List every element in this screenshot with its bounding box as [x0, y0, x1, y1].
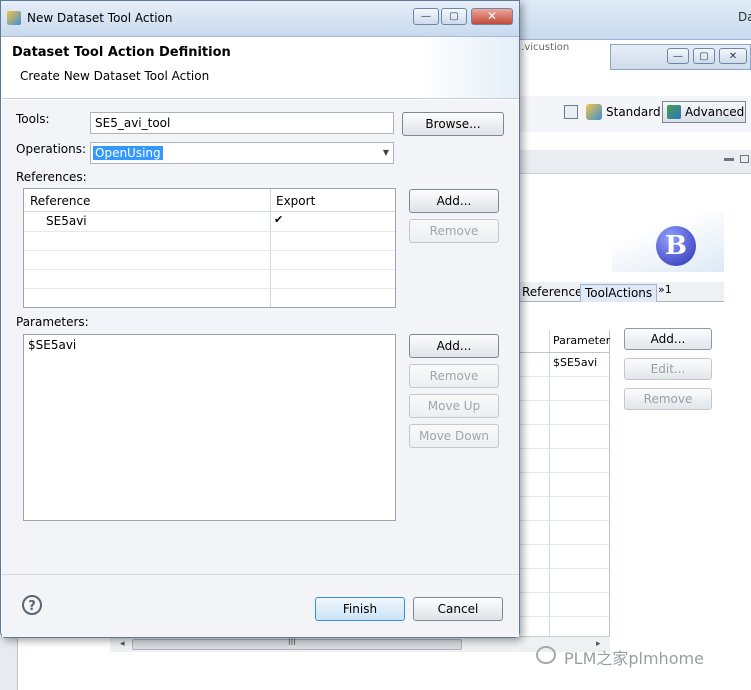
header-subtitle: Create New Dataset Tool Action [20, 69, 210, 83]
dialog-footer: ? Finish Cancel [2, 574, 519, 637]
background-parameter-grid: Parameter $SE5avi [518, 330, 610, 640]
app-icon [7, 11, 21, 25]
close-icon[interactable]: ✕ [471, 8, 513, 25]
dialog-header: Dataset Tool Action Definition Create Ne… [2, 37, 519, 99]
bg-maximize-icon[interactable]: ▢ [693, 48, 715, 64]
watermark: PLM之家plmhome [536, 644, 751, 670]
view-minimize-icon[interactable] [724, 158, 734, 161]
tools-label: Tools: [16, 112, 50, 126]
header-title: Dataset Tool Action Definition [12, 45, 231, 60]
background-horizontal-scrollbar[interactable]: ◂ III ▸ [110, 636, 610, 652]
parameters-label: Parameters: [16, 315, 89, 329]
references-remove-button[interactable]: Remove [409, 219, 499, 243]
dialog-body: Tools: SE5_avi_tool Browse... Operations… [2, 100, 519, 574]
header-decoration [419, 37, 519, 98]
parameters-add-button[interactable]: Add... [409, 334, 499, 358]
operations-select[interactable]: OpenUsing ▼ [90, 142, 394, 164]
standard-perspective-label[interactable]: Standard [606, 105, 661, 119]
parameters-remove-button[interactable]: Remove [409, 364, 499, 388]
finish-button[interactable]: Finish [315, 597, 405, 621]
help-glyph: ? [28, 599, 36, 614]
column-reference[interactable]: Reference [30, 194, 90, 208]
grid-cell-parameter: $SE5avi [553, 356, 598, 369]
references-table: Reference Export SE5avi ✔ [23, 188, 396, 308]
maximize-icon[interactable]: ▢ [441, 8, 467, 25]
bg-add-button[interactable]: Add... [624, 328, 712, 350]
reference-cell: SE5avi [46, 214, 87, 228]
scroll-grip: III [288, 638, 296, 648]
operations-label: Operations: [16, 142, 87, 156]
advanced-perspective-button[interactable]: Advanced [662, 101, 746, 123]
move-up-button[interactable]: Move Up [409, 394, 499, 418]
standard-perspective-icon [586, 104, 602, 120]
dialog-titlebar[interactable]: New Dataset Tool Action — ▢ ✕ [1, 1, 519, 37]
advanced-perspective-label: Advanced [685, 105, 745, 119]
minimize-icon[interactable]: — [413, 8, 439, 25]
bg-close-icon[interactable]: ✕ [719, 48, 747, 64]
grid-header-parameter: Parameter [553, 334, 611, 347]
watermark-text: PLM之家plmhome [564, 649, 704, 668]
b-logo-icon: B [656, 226, 696, 266]
background-titlebar: Da [518, 0, 751, 40]
table-row[interactable]: SE5avi ✔ [24, 212, 395, 231]
parameters-list[interactable]: $SE5avi [23, 334, 396, 521]
operations-selected-value: OpenUsing [93, 146, 163, 160]
tab-toolactions[interactable]: ToolActions [580, 284, 658, 302]
background-toolbar: Standard Advanced [518, 96, 751, 132]
background-title-fragment: Da [738, 10, 751, 24]
references-header-row: Reference Export [24, 189, 395, 212]
references-add-button[interactable]: Add... [409, 189, 499, 213]
bg-edit-button[interactable]: Edit... [624, 358, 712, 380]
move-down-button[interactable]: Move Down [409, 424, 499, 448]
scroll-left-arrow-icon[interactable]: ◂ [120, 639, 125, 649]
dialog-title: New Dataset Tool Action [27, 11, 173, 25]
logo-letter: B [665, 231, 687, 261]
advanced-perspective-icon [667, 105, 681, 119]
background-view-bar [518, 150, 751, 174]
bg-remove-button[interactable]: Remove [624, 388, 712, 410]
new-dataset-tool-action-dialog: New Dataset Tool Action — ▢ ✕ Dataset To… [0, 0, 520, 638]
tools-input[interactable]: SE5_avi_tool [90, 112, 394, 134]
open-perspective-icon[interactable] [564, 105, 578, 119]
wechat-icon [536, 646, 556, 664]
background-left-strip [0, 636, 18, 690]
bg-minimize-icon[interactable]: — [667, 48, 689, 64]
background-sub-fragment: ..vicustion [518, 42, 570, 53]
column-export[interactable]: Export [276, 194, 315, 208]
cancel-button[interactable]: Cancel [413, 597, 503, 621]
list-item[interactable]: $SE5avi [28, 338, 76, 352]
chevron-down-icon[interactable]: ▼ [383, 143, 389, 163]
browse-button[interactable]: Browse... [402, 112, 504, 136]
background-tab-bar: References ToolActions »1 [518, 282, 724, 302]
background-inner-window-frame: — ▢ ✕ [610, 44, 751, 70]
tab-overflow[interactable]: »1 [654, 282, 676, 300]
logo-banner: B [612, 212, 724, 272]
references-label: References: [16, 170, 87, 184]
help-icon[interactable]: ? [22, 595, 42, 615]
export-check-icon[interactable]: ✔ [274, 213, 283, 226]
view-maximize-icon[interactable] [740, 155, 749, 163]
scroll-thumb[interactable]: III [132, 638, 462, 650]
